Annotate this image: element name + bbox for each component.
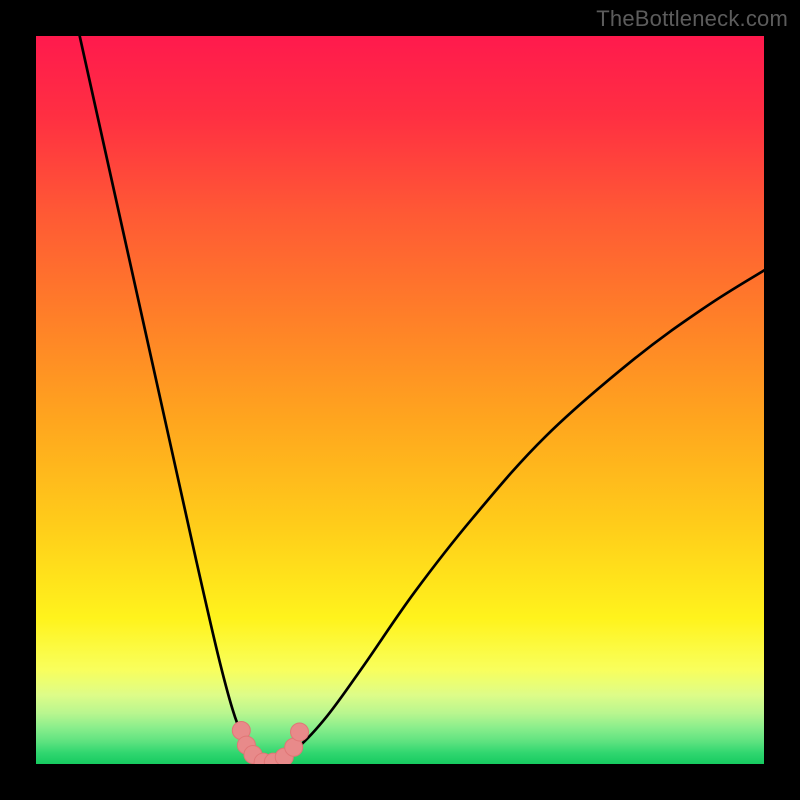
curve-left-branch — [80, 36, 263, 763]
highlight-marker — [291, 723, 309, 741]
curve-right-branch — [263, 270, 764, 762]
plot-area — [36, 36, 764, 764]
attribution-text: TheBottleneck.com — [596, 6, 788, 32]
chart-svg — [36, 36, 764, 764]
chart-frame: TheBottleneck.com — [0, 0, 800, 800]
highlight-markers — [232, 722, 308, 764]
